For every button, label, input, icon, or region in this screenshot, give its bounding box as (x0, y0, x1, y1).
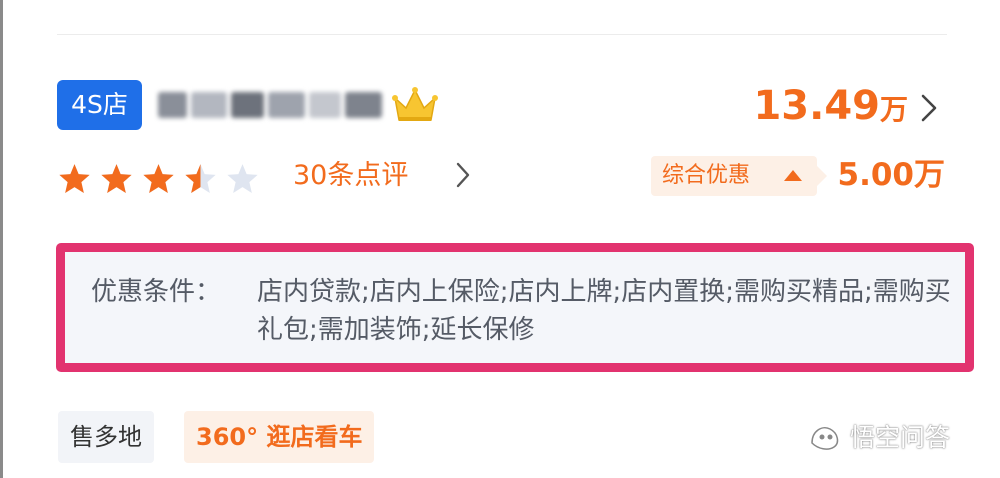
blurred-segment (158, 92, 188, 118)
tag-pointer (817, 166, 827, 186)
conditions-label: 优惠条件： (91, 277, 222, 307)
conditions-value: 店内贷款;店内上保险;店内上牌;店内置换;需购买精品;需购买礼包;需加装饰;延长… (257, 277, 951, 345)
star-full-icon (59, 163, 90, 193)
dealer-type-badge: 4S店 (57, 80, 142, 130)
discount-tag-label: 综合优惠 (662, 163, 751, 188)
price-display: 13.49万 (753, 80, 908, 136)
blurred-segment (191, 92, 227, 118)
crown-icon (392, 87, 438, 121)
top-divider (57, 34, 947, 35)
star-rating (58, 158, 268, 198)
star-full-icon (143, 163, 174, 193)
watermark: 悟空问答 (808, 418, 950, 454)
star-full-icon (101, 163, 132, 193)
window-edge (0, 0, 3, 478)
blurred-segment (309, 92, 341, 118)
watermark-text: 悟空问答 (850, 423, 951, 452)
price-amount: 13.49 (753, 83, 880, 129)
discount-conditions-panel: 优惠条件： 店内贷款;店内上保险;店内上牌;店内置换;需购买精品;需购买礼包;需… (56, 243, 974, 372)
blurred-segment (344, 92, 382, 118)
discount-amount: 5.00万 (837, 157, 946, 193)
sales-area-chip[interactable]: 售多地 (58, 411, 154, 463)
triangle-up-icon (784, 170, 802, 181)
blurred-segment (268, 92, 306, 118)
virtual-tour-chip[interactable]: 360° 逛店看车 (184, 411, 375, 463)
chevron-right-icon[interactable] (918, 92, 940, 124)
discount-toggle[interactable]: 综合优惠 (651, 156, 827, 196)
blurred-segment (230, 92, 265, 118)
chevron-right-icon[interactable] (454, 161, 472, 189)
wukong-logo-icon (811, 427, 839, 450)
price-unit: 万 (879, 93, 908, 126)
reviews-link[interactable]: 30条点评 (293, 154, 408, 198)
star-half-icon (185, 163, 216, 193)
dealer-name-blurred[interactable] (158, 86, 386, 124)
star-empty-icon (227, 163, 258, 193)
